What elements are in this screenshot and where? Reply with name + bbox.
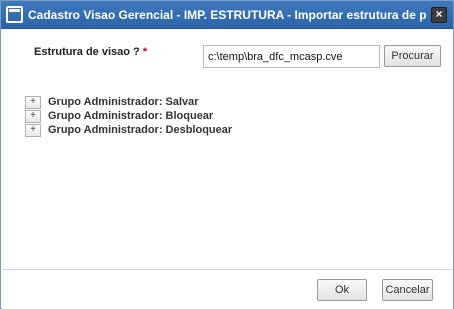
tree-item-label[interactable]: Grupo Administrador: Salvar [48,96,199,109]
close-button[interactable]: × [431,7,447,23]
ok-button[interactable]: Ok [317,279,367,301]
browse-button[interactable]: Procurar [384,45,441,67]
window-title: Cadastro Visao Gerencial - IMP. ESTRUTUR… [28,8,426,22]
tree-item-label[interactable]: Grupo Administrador: Desbloquear [48,124,232,137]
expand-icon[interactable]: + [25,124,41,137]
expand-icon[interactable]: + [25,110,41,123]
structure-label: Estrutura de visao ? [34,46,140,58]
window-icon [6,6,23,23]
import-structure-dialog: Cadastro Visao Gerencial - IMP. ESTRUTUR… [0,0,454,309]
expand-icon[interactable]: + [25,96,41,109]
structure-label-group: Estrutura de visao ? * [34,46,147,58]
tree-item-label[interactable]: Grupo Administrador: Bloquear [48,110,213,123]
cancel-button[interactable]: Cancelar [382,279,433,301]
title-bar[interactable]: Cadastro Visao Gerencial - IMP. ESTRUTUR… [1,1,453,29]
structure-file-input[interactable] [203,45,380,68]
required-marker: * [142,46,148,58]
